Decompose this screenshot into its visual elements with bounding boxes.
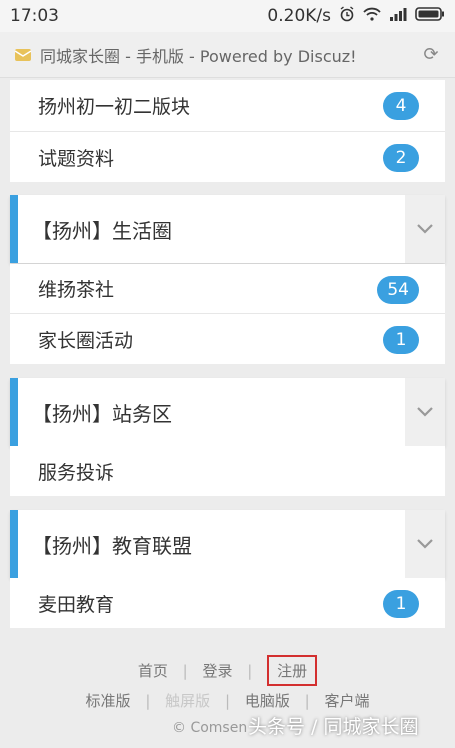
forum-count-badge: 54: [377, 276, 419, 304]
status-time: 17:03: [10, 6, 59, 26]
register-link[interactable]: 注册: [267, 655, 318, 686]
section-title: 【扬州】教育联盟: [32, 533, 192, 558]
forum-row[interactable]: 试题资料 2: [10, 132, 445, 182]
section-header-site[interactable]: 【扬州】站务区: [10, 378, 445, 446]
client-link[interactable]: 客户端: [324, 690, 369, 711]
chevron-down-icon[interactable]: [405, 510, 445, 578]
forum-count-badge: 1: [383, 326, 419, 354]
forum-list-card: 维扬茶社 54 家长圈活动 1: [10, 264, 445, 364]
forum-name: 试题资料: [38, 147, 115, 170]
login-link[interactable]: 登录: [202, 660, 232, 681]
desktop-version-link[interactable]: 电脑版: [245, 690, 290, 711]
forum-name: 维扬茶社: [38, 279, 115, 301]
divider: |: [145, 692, 151, 710]
forum-count-badge: 2: [383, 144, 419, 172]
footer-version-nav: 标准版 | 触屏版 | 电脑版 | 客户端: [0, 690, 455, 711]
status-icons: 0.20K/s: [267, 5, 445, 27]
page-title: 同城家长圈 - 手机版 - Powered by Discuz!: [40, 46, 357, 66]
divider: |: [247, 662, 253, 680]
forum-row[interactable]: 维扬茶社 54: [10, 264, 445, 314]
section-header-life[interactable]: 【扬州】生活圈: [10, 195, 445, 263]
forum-name: 服务投诉: [38, 461, 115, 484]
footer-nav: 首页 | 登录 | 注册: [0, 655, 455, 686]
section-accent-bar: [10, 195, 18, 263]
alarm-icon: [339, 5, 355, 27]
section-title: 【扬州】生活圈: [32, 218, 172, 243]
forum-count-badge: 1: [383, 590, 419, 618]
watermark-text: 头条号 / 同城家长圈: [248, 716, 419, 738]
forum-name: 家长圈活动: [38, 329, 134, 352]
chevron-down-icon[interactable]: [405, 195, 445, 263]
standard-version-link[interactable]: 标准版: [86, 690, 131, 711]
section-header-education[interactable]: 【扬州】教育联盟: [10, 510, 445, 578]
divider: |: [182, 662, 188, 680]
divider: |: [224, 692, 231, 710]
forum-row[interactable]: 扬州初一初二版块 4: [10, 80, 445, 132]
section-accent-bar: [10, 510, 18, 578]
forum-list-card: 麦田教育 1: [10, 578, 445, 628]
copyright-text: © Comsen: [172, 720, 248, 736]
forum-count-badge: 4: [383, 92, 419, 120]
forum-row[interactable]: 服务投诉: [10, 446, 445, 496]
signal-icon: [389, 6, 407, 26]
site-favicon-icon: [14, 47, 32, 63]
reload-icon[interactable]: ⟳: [421, 44, 441, 65]
section-accent-bar: [10, 378, 18, 446]
forum-name: 扬州初一初二版块: [38, 96, 191, 118]
status-bar: 17:03 0.20K/s: [0, 0, 455, 32]
forum-list-card: 扬州初一初二版块 4 试题资料 2: [10, 80, 445, 182]
wifi-icon: [363, 6, 381, 26]
touch-version-link[interactable]: 触屏版: [165, 690, 210, 711]
chevron-down-icon[interactable]: [405, 378, 445, 446]
browser-title-bar: 同城家长圈 - 手机版 - Powered by Discuz! ⟳: [0, 32, 455, 78]
forum-row[interactable]: 麦田教育 1: [10, 578, 445, 628]
forum-row[interactable]: 家长圈活动 1: [10, 314, 445, 364]
forum-name: 麦田教育: [38, 593, 115, 616]
divider: |: [304, 692, 310, 710]
section-title: 【扬州】站务区: [32, 401, 172, 426]
network-speed: 0.20K/s: [267, 6, 331, 26]
home-link[interactable]: 首页: [138, 660, 168, 681]
forum-list-card: 服务投诉: [10, 446, 445, 496]
battery-icon: [415, 6, 445, 26]
